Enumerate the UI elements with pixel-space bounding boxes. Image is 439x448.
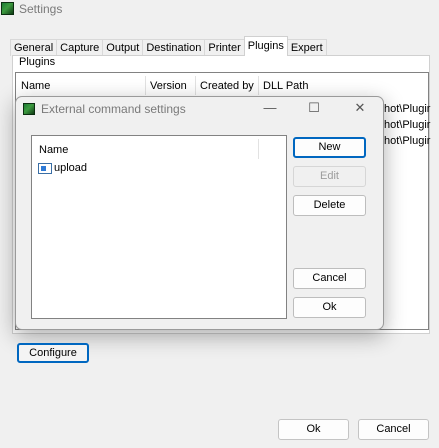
tab-strip: General Capture Output Destination Print… [10,36,327,56]
tab-expert[interactable]: Expert [286,39,327,56]
delete-button[interactable]: Delete [293,195,366,216]
cancel-button[interactable]: Cancel [358,419,429,440]
tab-capture[interactable]: Capture [56,39,104,56]
ok-button[interactable]: Ok [278,419,349,440]
new-button[interactable]: New [293,137,366,158]
dialog-ok-button[interactable]: Ok [293,297,366,318]
plugins-group-label: Plugins [19,56,56,68]
tab-output[interactable]: Output [102,39,144,56]
column-separator[interactable] [145,76,146,95]
table-row-dll-path[interactable]: hot\Plugir [384,103,430,115]
edit-button[interactable]: Edit [293,166,366,187]
dialog-title: External command settings [41,102,186,116]
command-list[interactable]: Name upload [31,135,287,319]
table-row-dll-path[interactable]: hot\Plugir [384,119,430,131]
column-header-name[interactable]: Name [21,80,50,92]
app-icon [1,2,14,15]
tab-general[interactable]: General [10,39,58,56]
list-item-upload[interactable]: upload [54,162,87,174]
column-header-dll-path[interactable]: DLL Path [263,80,308,92]
dialog-cancel-button[interactable]: Cancel [293,268,366,289]
column-separator[interactable] [258,139,259,159]
close-icon[interactable]: ✕ [352,100,368,116]
tab-destination[interactable]: Destination [142,39,206,56]
dialog-app-icon [23,103,35,115]
column-separator[interactable] [258,76,259,95]
table-row-dll-path[interactable]: hot\Plugir [384,135,430,147]
command-list-header-name[interactable]: Name [39,144,68,156]
maximize-icon[interactable]: ☐ [306,100,322,116]
window-title: Settings [19,2,63,16]
tab-printer[interactable]: Printer [204,39,245,56]
minimize-icon[interactable]: — [262,100,278,116]
external-command-dialog: External command settings — ☐ ✕ Name upl… [15,96,384,330]
tab-plugins[interactable]: Plugins [243,36,288,56]
column-header-created-by[interactable]: Created by [200,80,254,92]
column-header-version[interactable]: Version [150,80,187,92]
column-separator[interactable] [195,76,196,95]
configure-button[interactable]: Configure [17,343,89,363]
command-icon [38,163,52,174]
